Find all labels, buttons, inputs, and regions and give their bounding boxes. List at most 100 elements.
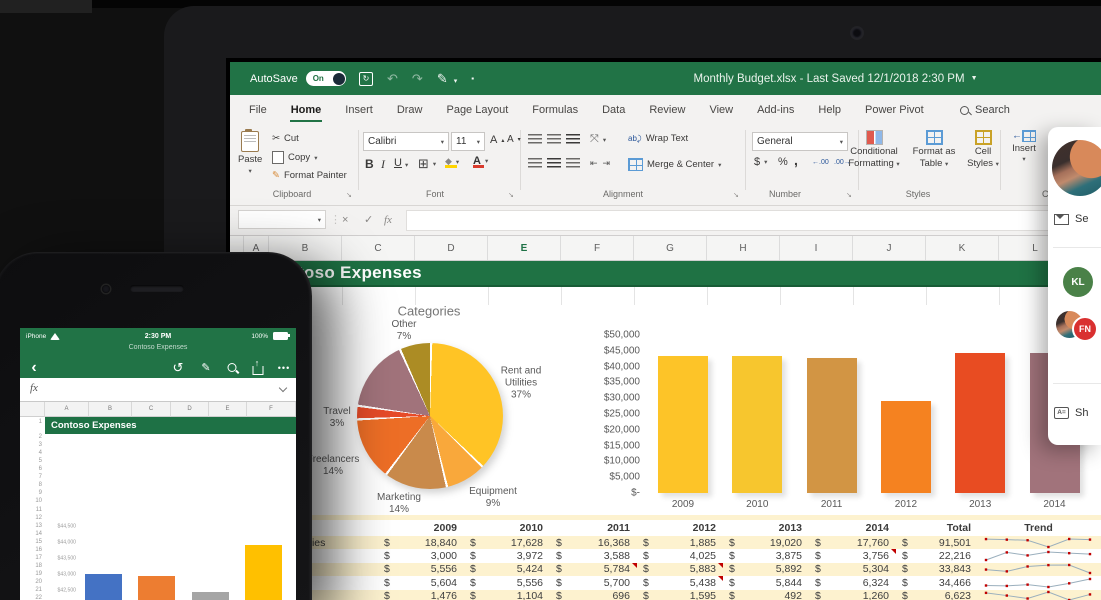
tab-insert[interactable]: Insert (344, 98, 374, 122)
dialog-launcher-icon[interactable]: ↘ (846, 191, 852, 199)
underline-button[interactable]: U (394, 157, 402, 169)
column-header-J[interactable]: J (853, 236, 926, 260)
column-header-H[interactable]: H (707, 236, 780, 260)
font-size-select[interactable]: 11▾ (451, 132, 485, 151)
fx-icon[interactable]: fx (384, 210, 392, 229)
cut-button[interactable]: ✂ Cut (272, 133, 299, 144)
cancel-icon[interactable]: × (342, 210, 348, 229)
copy-button[interactable]: Copy ▾ (272, 151, 317, 164)
tab-power-pivot[interactable]: Power Pivot (864, 98, 925, 122)
search-box[interactable]: Search (960, 95, 1010, 125)
value-cell[interactable]: $1,260 (809, 590, 896, 600)
value-cell[interactable]: $3,972 (464, 549, 550, 562)
pen-icon[interactable]: ✎ (201, 357, 210, 378)
value-cell[interactable]: $6,324 (809, 576, 896, 589)
value-cell[interactable]: $5,556 (378, 563, 464, 576)
undo-icon[interactable]: ↶ (387, 71, 398, 87)
phone-sheet-title-cell[interactable]: Contoso Expenses (45, 417, 296, 434)
contact-badge-kl[interactable]: KL (1063, 267, 1093, 297)
value-cell[interactable]: $4,025 (637, 549, 723, 562)
column-header-G[interactable]: G (634, 236, 707, 260)
document-title[interactable]: Monthly Budget.xlsx - Last Saved 12/1/20… (610, 62, 1061, 95)
tab-formulas[interactable]: Formulas (531, 98, 579, 122)
value-cell[interactable]: $5,604 (378, 576, 464, 589)
comma-style-button[interactable]: , (794, 152, 798, 168)
value-cell[interactable]: $1,595 (637, 590, 723, 600)
cell-styles-button[interactable]: Cell Styles ▾ (963, 130, 1003, 169)
column-header-C[interactable]: C (342, 236, 415, 260)
value-cell[interactable]: $5,883 (637, 563, 723, 576)
value-cell[interactable]: $19,020 (723, 536, 809, 549)
format-painter-button[interactable]: ✎ Format Painter (272, 170, 347, 181)
bar-2010[interactable] (732, 356, 782, 493)
phone-formula-bar[interactable]: fx (20, 378, 296, 402)
total-cell[interactable]: $91,501 (896, 536, 978, 549)
name-box[interactable]: ▾ (238, 210, 326, 229)
enter-icon[interactable]: ✓ (364, 210, 373, 229)
font-family-select[interactable]: Calibri▾ (363, 132, 449, 151)
worksheet[interactable]: Contoso Expenses Categories Rent and Uti… (230, 261, 1101, 600)
value-cell[interactable]: $3,000 (378, 549, 464, 562)
value-cell[interactable]: $5,304 (809, 563, 896, 576)
value-cell[interactable]: $5,424 (464, 563, 550, 576)
more-icon[interactable]: ••• (278, 357, 290, 378)
total-cell[interactable]: $34,466 (896, 576, 978, 589)
column-header-I[interactable]: I (780, 236, 853, 260)
value-cell[interactable]: $16,368 (550, 536, 637, 549)
value-cell[interactable]: $5,784 (550, 563, 637, 576)
vertical-align-buttons[interactable] (528, 134, 580, 144)
insert-cells-button[interactable]: ← Insert ▾ (1004, 130, 1044, 163)
phone-column-header-A[interactable]: A (45, 402, 89, 417)
conditional-formatting-button[interactable]: Conditional Formatting ▾ (843, 130, 905, 169)
phone-column-header-E[interactable]: E (209, 402, 247, 417)
borders-icon[interactable]: ⊞▾ (418, 156, 436, 172)
tab-data[interactable]: Data (601, 98, 626, 122)
column-header-D[interactable]: D (415, 236, 488, 260)
header-cell[interactable]: 2013 (723, 520, 809, 536)
value-cell[interactable]: $3,756 (809, 549, 896, 562)
tab-view[interactable]: View (708, 98, 734, 122)
header-cell[interactable]: 2012 (637, 520, 723, 536)
dialog-launcher-icon[interactable]: ↘ (508, 191, 514, 199)
chevron-down-icon[interactable] (279, 384, 287, 392)
autosave-toggle[interactable]: On (306, 71, 346, 86)
header-cell[interactable]: 2009 (378, 520, 464, 536)
shrink-font-button[interactable]: A▾ (507, 134, 521, 145)
value-cell[interactable]: $1,885 (637, 536, 723, 549)
trend-cell[interactable] (978, 536, 1099, 549)
tab-draw[interactable]: Draw (396, 98, 424, 122)
header-cell[interactable]: 2014 (809, 520, 896, 536)
total-cell[interactable]: $33,843 (896, 563, 978, 576)
tab-add-ins[interactable]: Add-ins (756, 98, 795, 122)
value-cell[interactable]: $492 (723, 590, 809, 600)
value-cell[interactable]: $18,840 (378, 536, 464, 549)
phone-grid[interactable]: Contoso Expenses ABCDEF12345678910111213… (20, 402, 296, 600)
dialog-launcher-icon[interactable]: ↘ (346, 191, 352, 199)
column-header-K[interactable]: K (926, 236, 999, 260)
value-cell[interactable]: $1,476 (378, 590, 464, 600)
orientation-button[interactable]: ⤧▾ (590, 133, 606, 146)
value-cell[interactable]: $5,700 (550, 576, 637, 589)
currency-button[interactable]: $▾ (754, 156, 767, 168)
column-header-F[interactable]: F (561, 236, 634, 260)
trend-cell[interactable] (978, 590, 1099, 600)
chevron-down-icon[interactable]: ▾ (405, 161, 408, 169)
font-color-button[interactable]: A▾ (473, 155, 488, 167)
phone-bar-2015[interactable] (245, 545, 282, 600)
pen-icon[interactable]: ✎▾ (437, 71, 457, 87)
value-cell[interactable]: $5,844 (723, 576, 809, 589)
phone-bar-2014[interactable] (192, 592, 229, 600)
horizontal-align-buttons[interactable] (528, 158, 580, 168)
trend-cell[interactable] (978, 576, 1099, 589)
phone-column-header-F[interactable]: F (247, 402, 296, 417)
value-cell[interactable]: $5,438 (637, 576, 723, 589)
header-cell[interactable]: 2011 (550, 520, 637, 536)
contact-badge-fn[interactable]: FN (1072, 316, 1098, 342)
format-as-table-button[interactable]: Format as Table ▾ (906, 130, 962, 169)
bar-2012[interactable] (881, 401, 931, 493)
bar-2011[interactable] (807, 358, 857, 493)
tab-help[interactable]: Help (817, 98, 842, 122)
value-cell[interactable]: $17,628 (464, 536, 550, 549)
header-cell[interactable]: Total (896, 520, 978, 536)
fill-color-button[interactable]: ◆▾ (445, 156, 459, 167)
